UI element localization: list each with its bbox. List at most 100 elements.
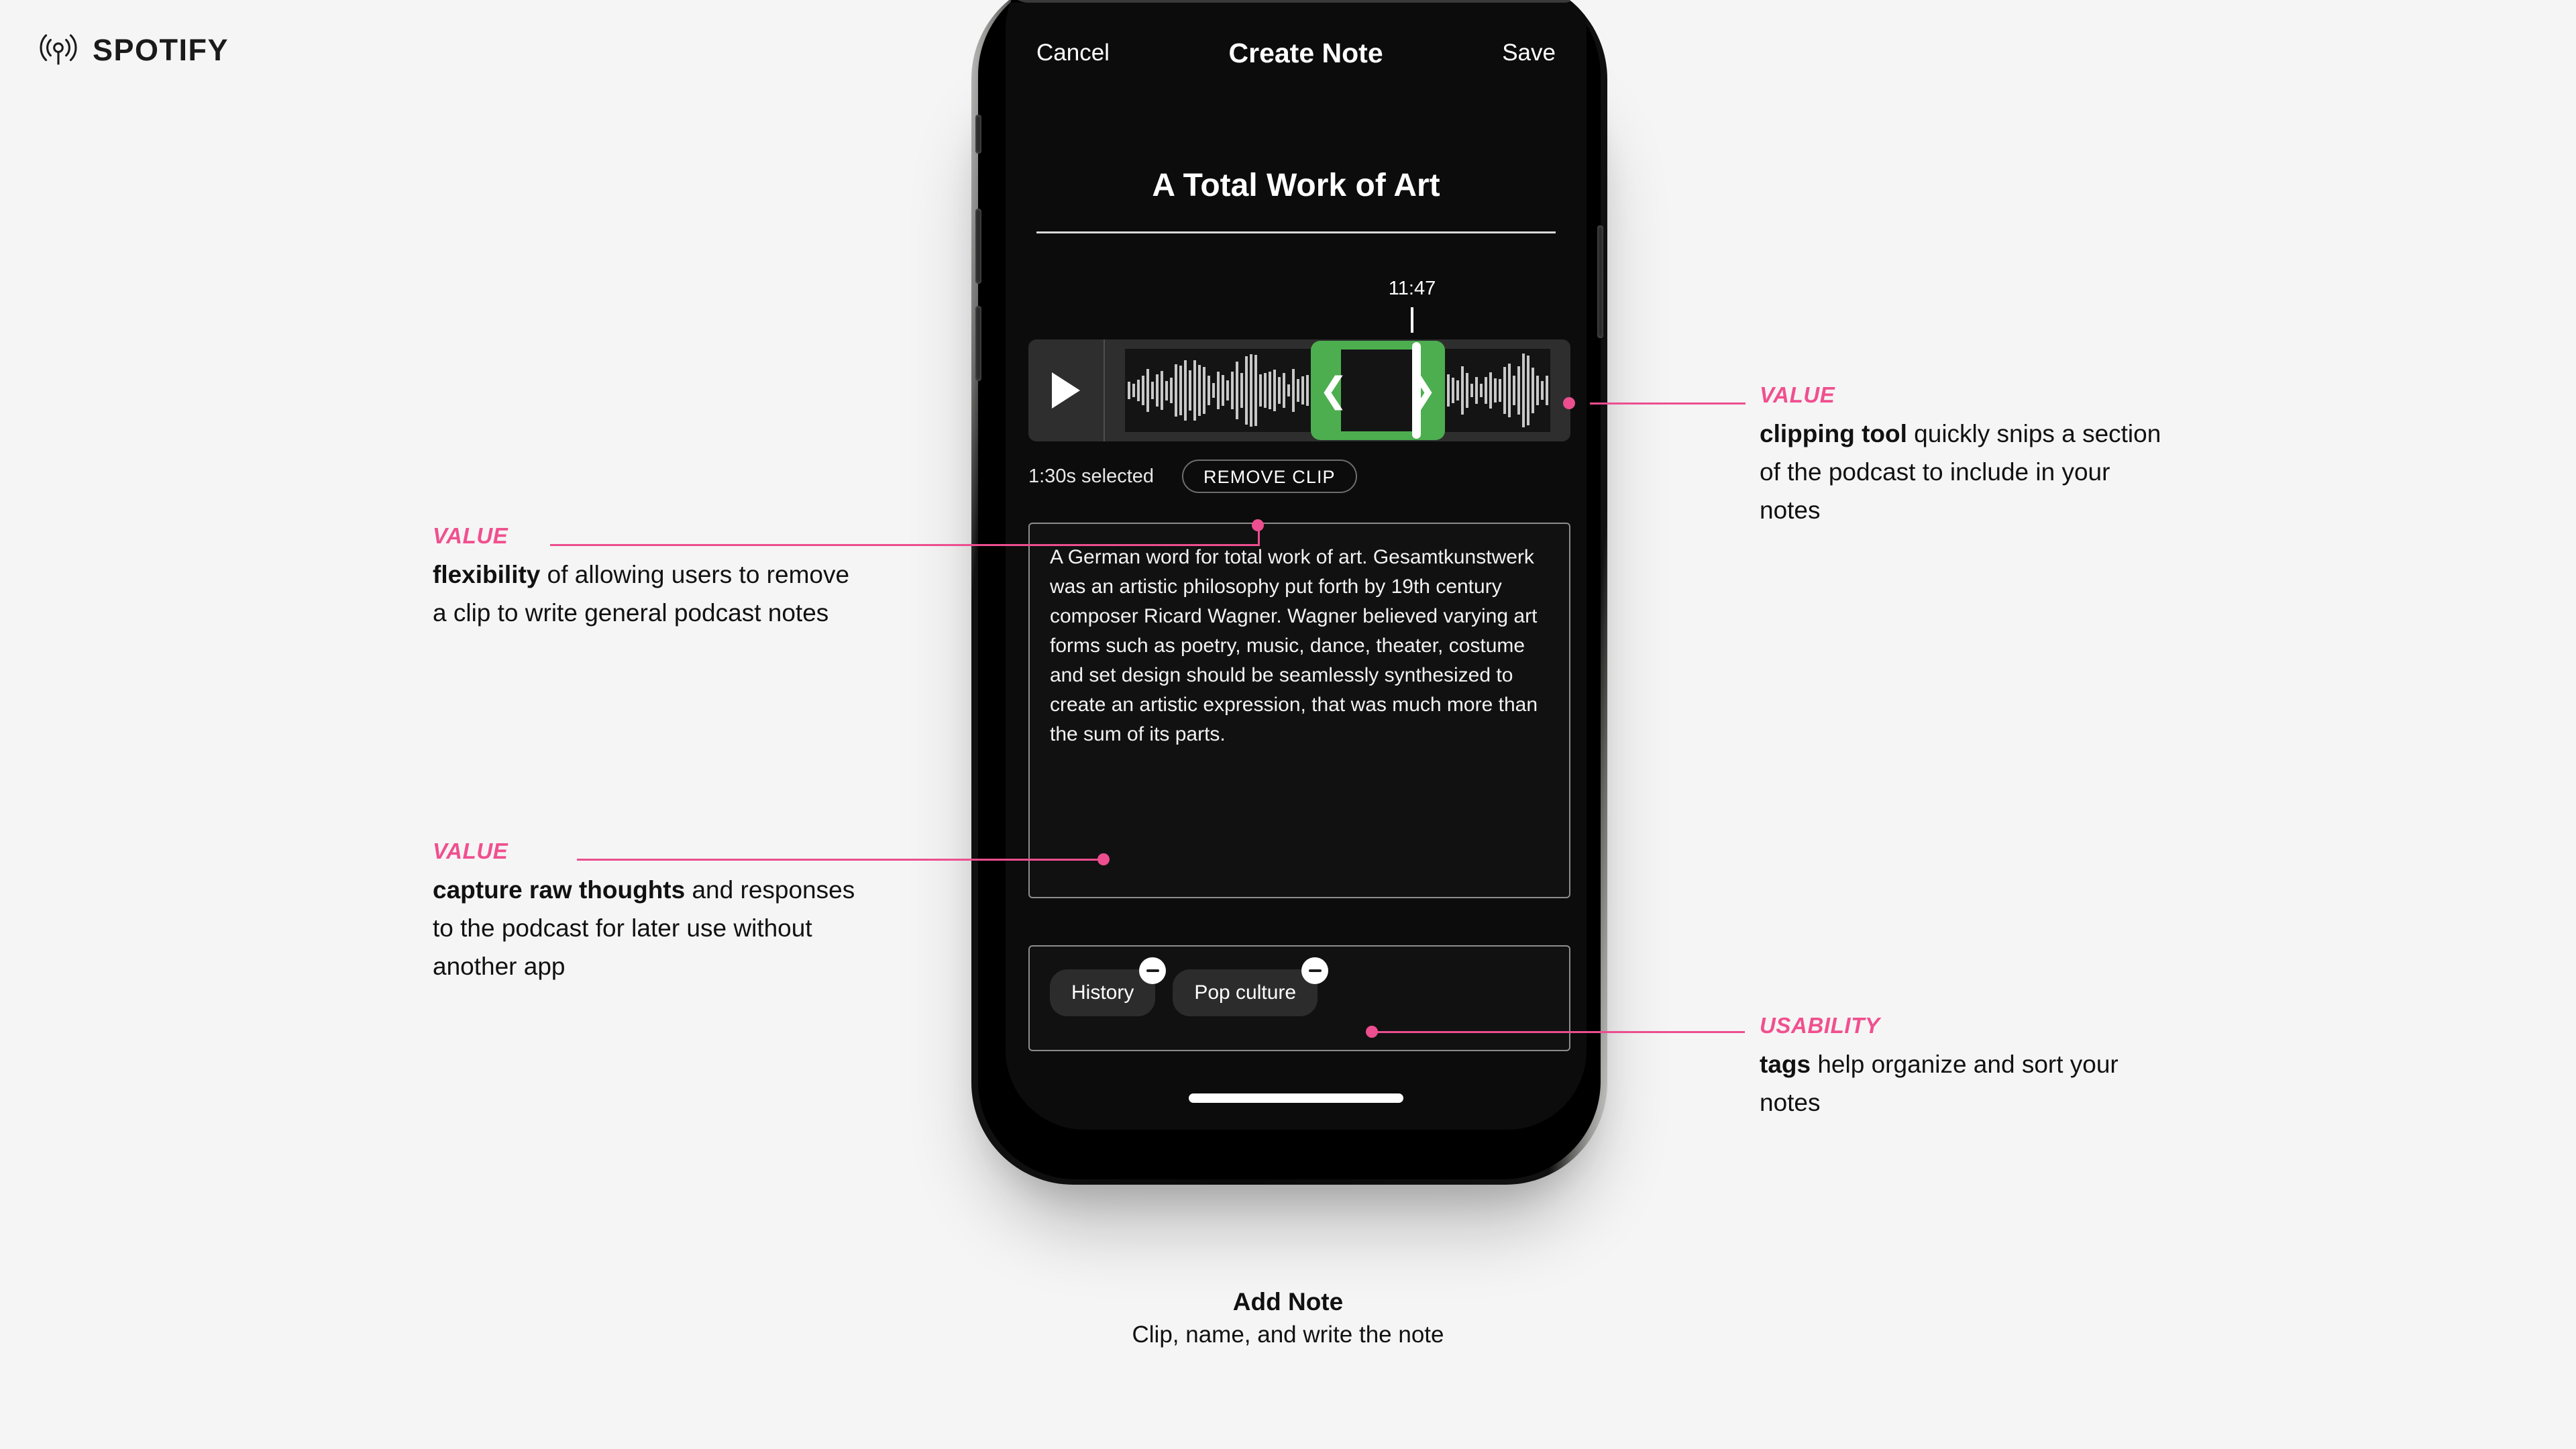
waveform-bar [1301,376,1304,405]
waveform-bar [1189,370,1191,411]
connector-dot-flexibility [1252,519,1264,531]
annotation-body: tags help organize and sort your notes [1760,1045,2135,1122]
waveform-bar [1527,356,1529,426]
waveform-bar [1489,372,1492,409]
page-title: Create Note [1228,37,1383,68]
phone-mockup: Cancel Create Note Save A Total Work of … [971,0,1607,1208]
waveform-bar [1132,384,1135,397]
phone-body: Cancel Create Note Save A Total Work of … [971,0,1607,1185]
waveform-bar [1170,377,1173,404]
waveform-bar [1297,378,1299,402]
waveform-bar [1226,380,1229,400]
brand-logo: SPOTIFY [38,30,229,71]
connector-line-tags [1373,1031,1745,1033]
waveform-bar [1536,376,1539,405]
navigation-bar: Cancel Create Note Save [1006,30,1587,76]
minus-circle-icon[interactable] [1301,957,1329,984]
waveform-bar [1231,371,1234,410]
waveform-bar [1184,360,1187,421]
waveform-bar [1240,372,1243,409]
waveform-bar [1278,376,1281,405]
waveform-bar [1485,377,1487,404]
waveform-bar [1494,378,1497,402]
waveform-bar [1179,365,1182,416]
annotation-bold: capture raw thoughts [433,876,686,904]
note-title-underline [1036,231,1556,233]
annotation-flexibility: VALUE flexibility of allowing users to r… [433,523,862,632]
waveform-bar [1456,380,1459,400]
waveform-bar [1513,376,1515,405]
annotation-kicker: VALUE [433,523,508,548]
clip-meta-row: 1:30s selected REMOVE CLIP [1028,459,1570,494]
waveform-bar [1161,371,1163,410]
annotation-body: capture raw thoughts and responses to th… [433,871,875,985]
annotation-body: clipping tool quickly snips a section of… [1760,415,2162,529]
waveform-bar [1470,383,1473,398]
connector-dot-capture [1097,853,1110,865]
podcast-broadcast-icon [40,34,77,65]
playhead-marker: 11:47 [1086,278,1515,335]
minus-circle-icon[interactable] [1139,957,1167,984]
waveform-bar [1236,362,1238,419]
note-title-input[interactable]: A Total Work of Art [1036,167,1556,204]
volume-down-button[interactable] [975,306,981,381]
figure-caption: Add Note Clip, name, and write the note [986,1288,1590,1348]
mute-switch-button[interactable] [975,115,981,154]
annotation-bold: flexibility [433,561,541,588]
tags-field[interactable]: History Pop culture [1028,945,1570,1051]
waveform-bar [1480,384,1483,397]
waveform-area[interactable]: ❮ ❯ [1105,339,1570,441]
note-body-input[interactable]: A German word for total work of art. Ges… [1028,523,1570,898]
waveform-bar [1208,375,1210,406]
clip-selection-region[interactable]: ❮ ❯ [1311,341,1445,440]
waveform-bar [1522,354,1525,427]
chevron-left-icon[interactable]: ❮ [1319,373,1348,408]
waveform-bar [1461,366,1464,415]
audio-clipping-tool[interactable]: ❮ ❯ [1028,339,1570,441]
waveform-bar [1541,380,1544,400]
volume-up-button[interactable] [975,209,981,284]
play-button[interactable] [1028,339,1105,441]
waveform-bar [1287,384,1290,396]
waveform-bar [1222,375,1224,406]
annotation-body: flexibility of allowing users to remove … [433,555,862,632]
playhead-tick [1411,307,1413,333]
waveform-bar [1283,373,1285,408]
annotation-capture-thoughts: VALUE capture raw thoughts and responses… [433,839,875,985]
annotation-tags: USABILITY tags help organize and sort yo… [1760,1013,2135,1122]
connector-line-clipping [1590,402,1746,405]
waveform-bar [1517,366,1520,415]
clip-duration-label: 1:30s selected [1028,465,1155,487]
play-icon [1052,372,1080,409]
tag-label: Pop culture [1194,981,1297,1004]
waveform-bar [1273,370,1276,411]
waveform-bar [1137,380,1140,401]
annotation-kicker: VALUE [1760,382,1835,407]
waveform-bar [1475,377,1478,404]
tag-chip[interactable]: History [1050,957,1167,1016]
caption-title: Add Note [1232,1288,1344,1316]
caption-subtitle: Clip, name, and write the note [1132,1322,1444,1348]
waveform-bar [1217,371,1220,410]
waveform-bar [1175,364,1177,417]
home-indicator[interactable] [1189,1093,1403,1103]
power-button[interactable] [1597,225,1603,338]
annotation-kicker: VALUE [433,839,508,863]
waveform-bar [1306,374,1309,407]
waveform-bar [1193,360,1196,421]
waveform-bar [1250,354,1252,427]
annotation-bold: clipping tool [1760,420,1907,447]
playhead-time-label: 11:47 [1388,278,1436,299]
phone-screen: Cancel Create Note Save A Total Work of … [1006,0,1587,1130]
connector-dot-clipping [1563,397,1575,409]
waveform-bar [1499,379,1501,402]
tag-chip[interactable]: Pop culture [1173,957,1329,1016]
annotation-rest: help organize and sort your notes [1760,1051,2118,1116]
save-button[interactable]: Save [1502,40,1556,66]
waveform-bar [1146,368,1149,413]
remove-clip-button[interactable]: REMOVE CLIP [1182,460,1357,493]
cancel-button[interactable]: Cancel [1036,40,1110,66]
phone-bezel: Cancel Create Note Save A Total Work of … [975,0,1603,1179]
waveform-bar [1156,374,1159,407]
clip-playhead-handle[interactable] [1412,342,1421,439]
